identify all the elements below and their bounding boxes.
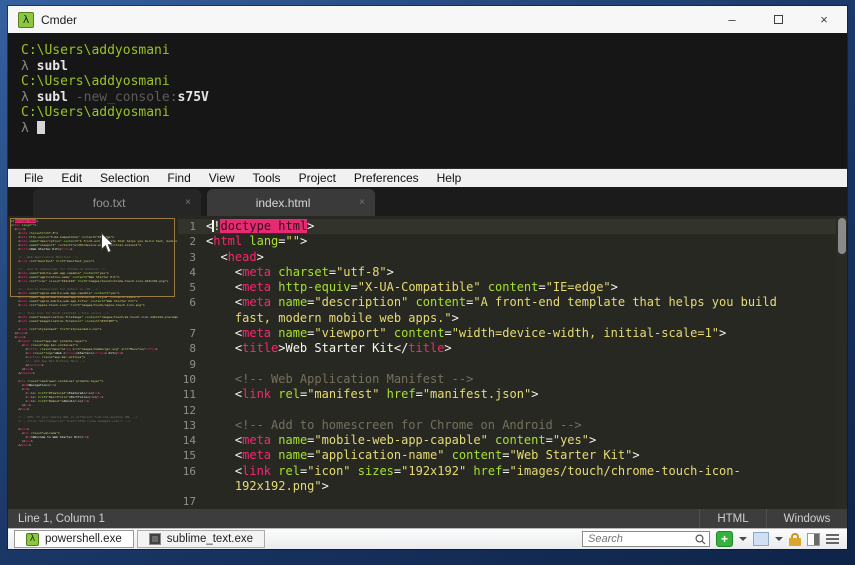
code-line: 10<!-- Web Application Manifest -->	[178, 372, 847, 387]
sublime-status-bar: Line 1, Column 1 HTML Windows	[8, 509, 847, 528]
line-number: 13	[178, 418, 206, 433]
menu-item-selection[interactable]: Selection	[91, 169, 158, 187]
task-tab-label: powershell.exe	[45, 533, 122, 545]
code-line: 13<!-- Add to homescreen for Chrome on A…	[178, 418, 847, 433]
code-line: 11<link rel="manifest" href="manifest.js…	[178, 387, 847, 402]
new-console-dropdown-icon[interactable]	[739, 537, 747, 541]
line-number: 11	[178, 387, 206, 402]
console-dropdown-icon[interactable]	[775, 537, 783, 541]
menu-item-find[interactable]: Find	[158, 169, 199, 187]
terminal-line: C:\Users\addyosmani	[21, 105, 847, 121]
code-line: 16<link rel="icon" sizes="192x192" href=…	[178, 464, 847, 495]
code-line: 8<title>Web Starter Kit</title>	[178, 341, 847, 356]
line-number: 8	[178, 341, 206, 356]
sublime-menu-bar: FileEditSelectionFindViewToolsProjectPre…	[8, 168, 847, 187]
code-line: 17	[178, 494, 847, 509]
line-number: 3	[178, 250, 206, 265]
close-button[interactable]: ×	[801, 6, 847, 33]
split-panel-icon[interactable]	[807, 533, 820, 546]
task-tab-powershell.exe[interactable]: λ powershell.exe	[14, 530, 134, 548]
line-number: 2	[178, 234, 206, 249]
menu-item-tools[interactable]: Tools	[244, 169, 290, 187]
code-pane[interactable]: 1<!doctype html>2<html lang="">3<head>4<…	[178, 216, 847, 509]
cmder-window: λ Cmder – × C:\Users\addyosmaniλ sublC:\…	[8, 6, 847, 549]
search-icon	[695, 534, 706, 545]
minimap[interactable]: <!doctype html><html lang=""> <head> <me…	[8, 216, 178, 509]
code-line: 6<meta name="description" content="A fro…	[178, 295, 847, 326]
tab-close-icon[interactable]: ×	[185, 197, 191, 208]
menu-item-preferences[interactable]: Preferences	[345, 169, 428, 187]
menu-item-edit[interactable]: Edit	[52, 169, 91, 187]
line-number: 17	[178, 494, 206, 509]
editor-scrollbar[interactable]	[836, 216, 847, 509]
code-line: 3<head>	[178, 250, 847, 265]
line-number: 6	[178, 295, 206, 326]
maximize-button[interactable]	[755, 6, 801, 33]
search-input[interactable]	[588, 533, 695, 545]
code-line: 12	[178, 403, 847, 418]
line-number: 14	[178, 433, 206, 448]
line-number: 1	[178, 219, 206, 234]
minimize-button[interactable]: –	[709, 6, 755, 33]
menu-icon[interactable]	[826, 534, 839, 544]
cmder-logo-icon: λ	[18, 12, 34, 28]
code-line: 14<meta name="mobile-web-app-capable" co…	[178, 433, 847, 448]
menu-item-project[interactable]: Project	[290, 169, 345, 187]
task-tab-sublime_text.exe[interactable]: sublime_text.exe	[137, 530, 265, 548]
terminal-output[interactable]: C:\Users\addyosmaniλ sublC:\Users\addyos…	[8, 33, 847, 168]
line-number: 7	[178, 326, 206, 341]
editor-scrollbar-thumb[interactable]	[838, 218, 846, 254]
menu-item-view[interactable]: View	[200, 169, 244, 187]
code-line: 4<meta charset="utf-8">	[178, 265, 847, 280]
editor-tab-index.html[interactable]: index.html×	[207, 189, 375, 216]
code-line: 9	[178, 357, 847, 372]
minimap-row: <link rel="icon" sizes="192x192" href="i…	[11, 279, 178, 283]
search-box[interactable]	[582, 531, 710, 547]
menu-item-help[interactable]: Help	[428, 169, 471, 187]
powershell-lambda-icon: λ	[26, 533, 39, 546]
mouse-cursor-icon	[100, 232, 117, 260]
terminal-line: C:\Users\addyosmani	[21, 74, 847, 90]
line-endings-selector[interactable]: Windows	[767, 509, 847, 528]
new-console-button[interactable]: +	[716, 531, 733, 547]
terminal-line: λ subl -new_console:s75V	[21, 90, 847, 106]
terminal-cursor	[37, 121, 45, 134]
editor-tab-foo.txt[interactable]: foo.txt×	[33, 189, 201, 216]
sublime-text-icon	[149, 533, 161, 545]
terminal-line: λ	[21, 121, 847, 137]
title-bar[interactable]: λ Cmder – ×	[8, 6, 847, 33]
maximize-icon	[774, 15, 783, 24]
tab-close-icon[interactable]: ×	[359, 197, 365, 208]
line-number: 4	[178, 265, 206, 280]
line-number: 15	[178, 448, 206, 463]
window-title: Cmder	[41, 13, 77, 27]
menu-item-file[interactable]: File	[15, 169, 52, 187]
tab-label: foo.txt	[33, 196, 185, 210]
cmder-task-bar: λ powershell.exe sublime_text.exe +	[8, 528, 847, 549]
line-number: 12	[178, 403, 206, 418]
terminal-line: C:\Users\addyosmani	[21, 43, 847, 59]
line-number: 9	[178, 357, 206, 372]
code-line: 2<html lang="">	[178, 234, 847, 249]
code-line: 7<meta name="viewport" content="width=de…	[178, 326, 847, 341]
code-line: 1<!doctype html>	[178, 219, 847, 234]
line-number: 16	[178, 464, 206, 495]
console-window-button[interactable]	[753, 532, 769, 546]
minimap-row: </main>	[11, 443, 178, 447]
syntax-selector[interactable]: HTML	[700, 509, 766, 528]
task-tab-label: sublime_text.exe	[167, 533, 253, 545]
lock-icon[interactable]	[789, 533, 801, 546]
sublime-tab-bar: foo.txt×index.html×	[8, 187, 847, 216]
terminal-line: λ subl	[21, 59, 847, 75]
line-number: 5	[178, 280, 206, 295]
line-number: 10	[178, 372, 206, 387]
cursor-position-label: Line 1, Column 1	[18, 513, 105, 525]
code-line: 15<meta name="application-name" content=…	[178, 448, 847, 463]
code-line: 5<meta http-equiv="X-UA-Compatible" cont…	[178, 280, 847, 295]
editor-area[interactable]: <!doctype html><html lang=""> <head> <me…	[8, 216, 847, 509]
tab-label: index.html	[207, 196, 359, 210]
